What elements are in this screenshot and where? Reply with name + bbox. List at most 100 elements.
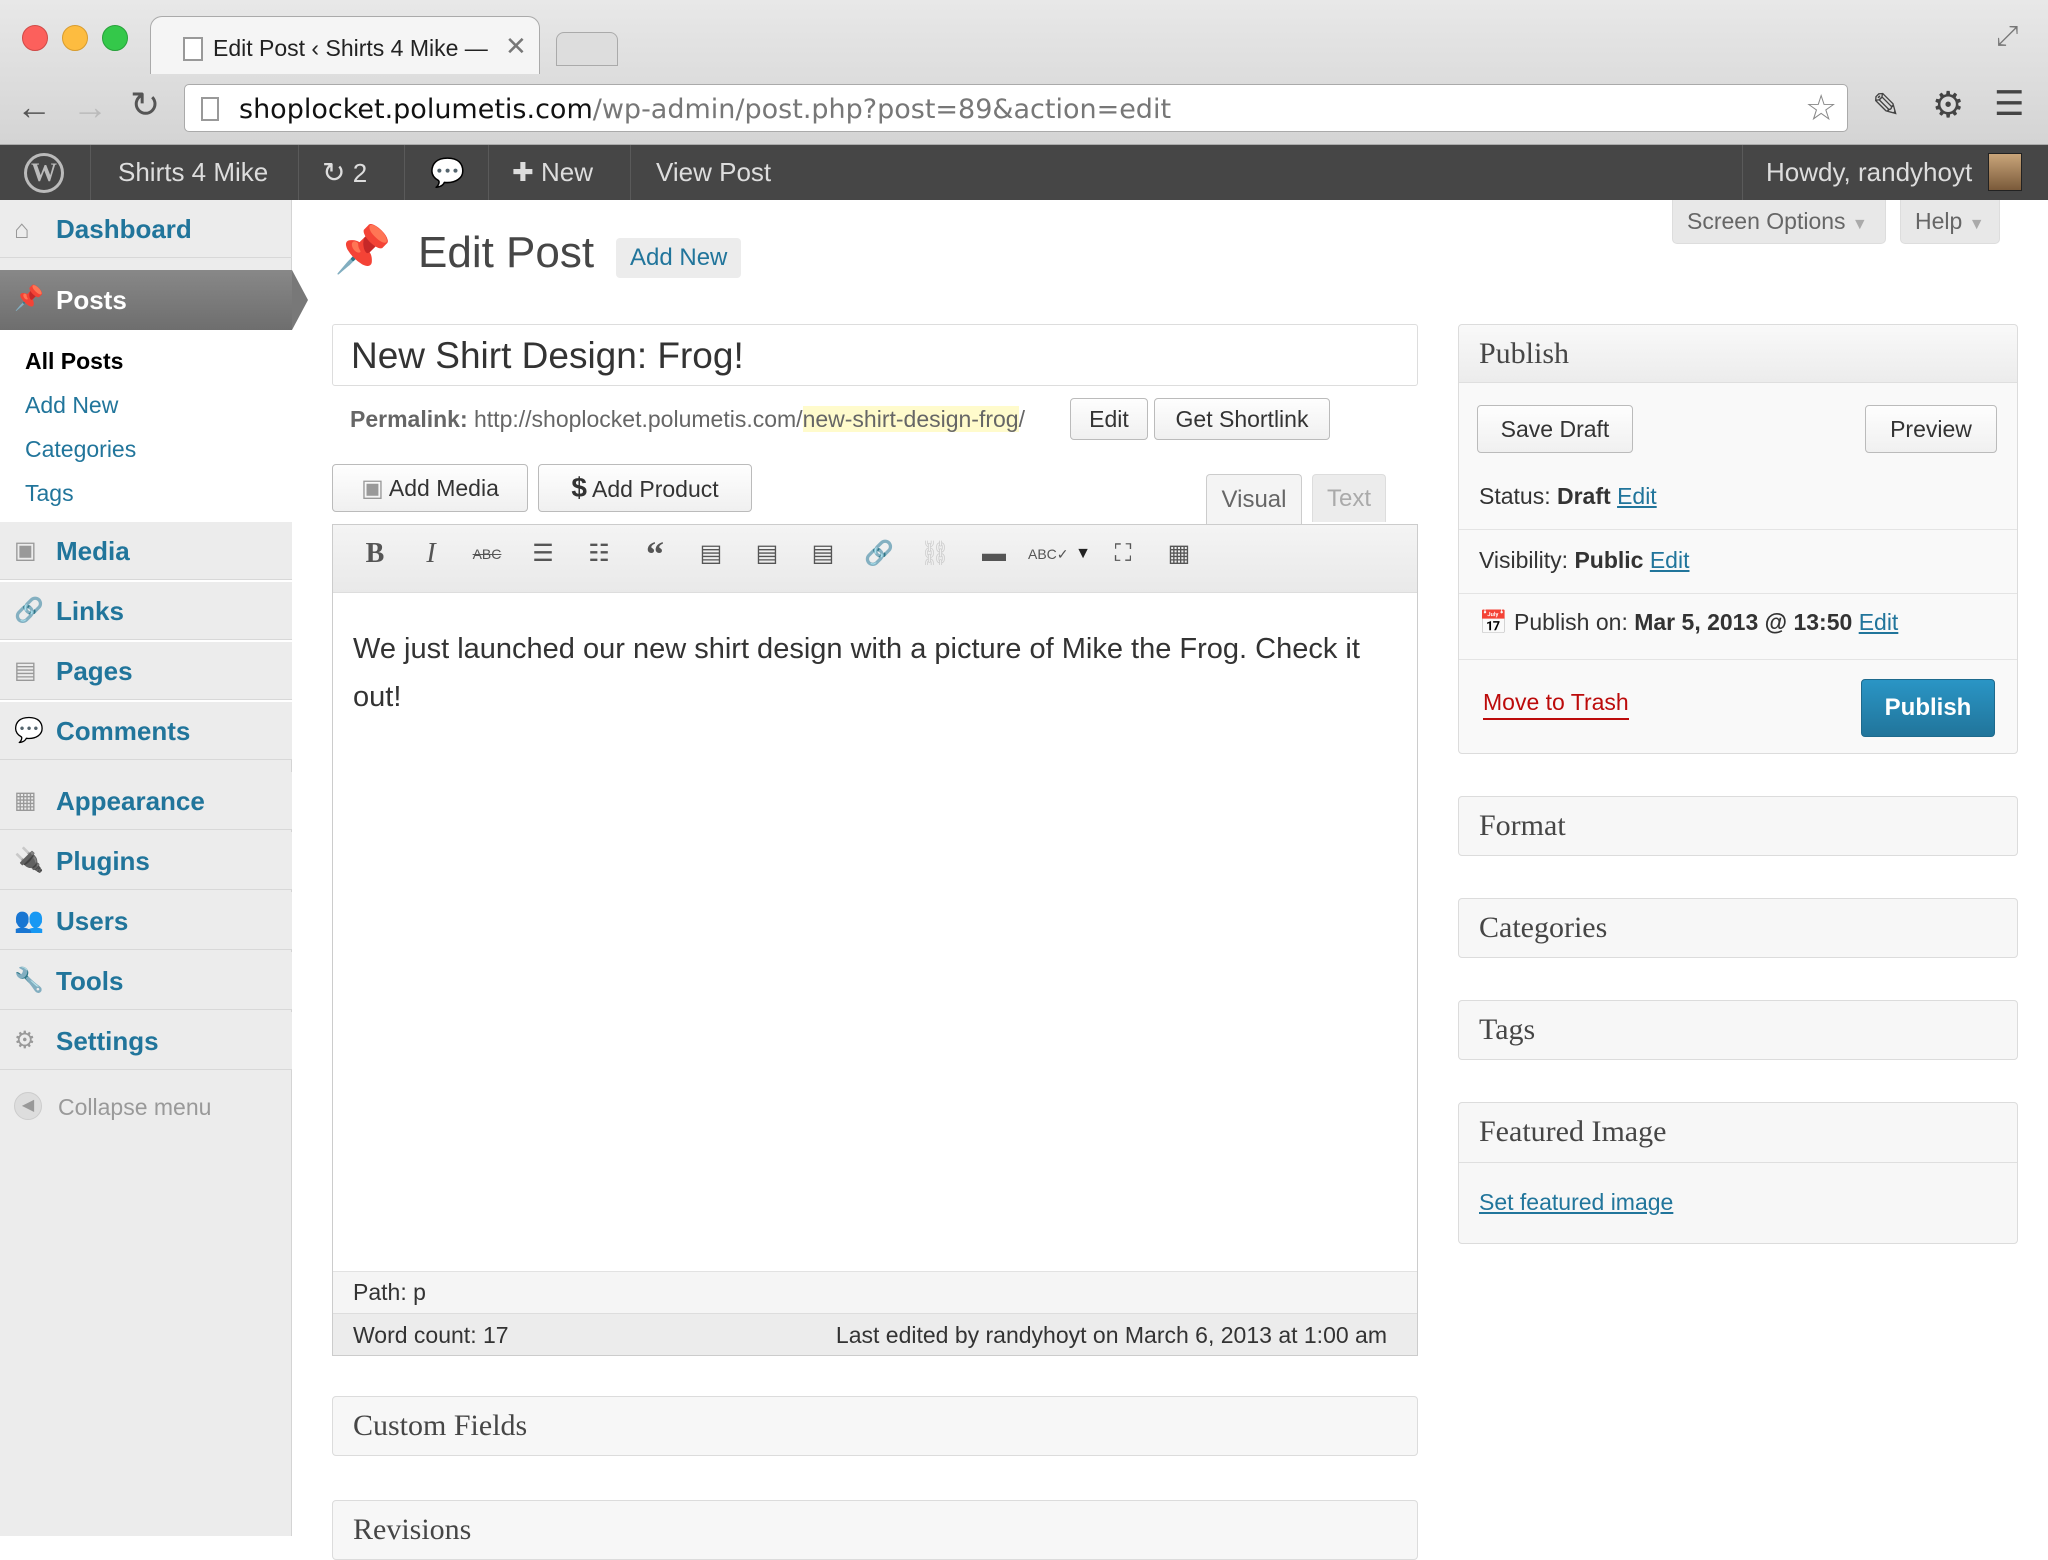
format-box[interactable]: Format (1458, 796, 2018, 856)
move-to-trash-link[interactable]: Move to Trash (1483, 689, 1629, 720)
format-heading: Format (1479, 809, 1566, 842)
view-post-link[interactable]: View Post (656, 145, 771, 200)
sidebar-item-media[interactable]: ▣ Media (0, 522, 292, 580)
forward-icon[interactable]: → (72, 86, 108, 128)
menu-icon[interactable]: ☰ (1994, 84, 2024, 124)
visibility-row: Visibility: Public Edit (1479, 547, 1690, 573)
wrench-icon[interactable]: ✎ (1872, 86, 1901, 126)
page-icon (183, 37, 203, 61)
sidebar-item-users[interactable]: 👥 Users (0, 892, 292, 950)
browser-tab[interactable]: Edit Post ‹ Shirts 4 Mike — ✕ (150, 16, 540, 74)
permalink-edit-button[interactable]: Edit (1070, 398, 1148, 440)
add-new-post-button[interactable]: Add New (616, 238, 742, 278)
comments-bubble-icon[interactable]: 💬 (430, 145, 465, 200)
submenu-all-posts[interactable]: All Posts (25, 348, 123, 375)
tab-text[interactable]: Text (1312, 474, 1386, 522)
preview-button[interactable]: Preview (1865, 405, 1997, 453)
screen-options-tab[interactable]: Screen Options ▼ (1672, 200, 1886, 244)
publish-button[interactable]: Publish (1861, 679, 1995, 737)
calendar-icon: 📅 (1479, 609, 1508, 635)
add-media-button[interactable]: ▣ Add Media (332, 464, 528, 512)
tags-heading: Tags (1479, 1013, 1536, 1046)
submenu-tags[interactable]: Tags (25, 480, 74, 507)
sidebar-item-dashboard[interactable]: ⌂ Dashboard (0, 200, 292, 258)
collapse-menu-button[interactable]: ◀ Collapse menu (0, 1080, 292, 1132)
get-shortlink-button[interactable]: Get Shortlink (1154, 398, 1330, 440)
url-text[interactable]: shoplocket.polumetis.com/wp-admin/post.p… (239, 94, 1171, 125)
align-left-icon[interactable]: ▤ (694, 537, 728, 571)
bullet-list-icon[interactable]: ☰ (526, 537, 560, 571)
publish-box: Publish Save Draft Preview Status: Draft… (1458, 324, 2018, 754)
word-count: Word count: 17 (353, 1322, 509, 1348)
blockquote-icon[interactable]: “ (638, 536, 672, 572)
publish-heading: Publish (1479, 337, 1570, 370)
add-product-button[interactable]: $ Add Product (538, 464, 752, 512)
editor-content[interactable]: We just launched our new shirt design wi… (353, 625, 1397, 721)
dropdown-arrow-icon[interactable]: ▼ (1066, 537, 1100, 571)
save-draft-button[interactable]: Save Draft (1477, 405, 1633, 453)
categories-box[interactable]: Categories (1458, 898, 2018, 958)
new-tab-button[interactable] (556, 32, 618, 66)
avatar[interactable] (1988, 153, 2022, 191)
submenu-categories[interactable]: Categories (25, 436, 136, 463)
align-right-icon[interactable]: ▤ (806, 537, 840, 571)
kitchen-sink-icon[interactable]: ▦ (1162, 537, 1196, 571)
howdy-user-link[interactable]: Howdy, randyhoyt (1766, 145, 1972, 200)
maximize-window-icon[interactable] (102, 25, 128, 51)
align-center-icon[interactable]: ▤ (750, 537, 784, 571)
bold-icon[interactable]: B (358, 537, 392, 571)
minimize-window-icon[interactable] (62, 25, 88, 51)
categories-heading: Categories (1479, 911, 1608, 944)
back-icon[interactable]: ← (16, 86, 52, 128)
sidebar-item-links[interactable]: 🔗 Links (0, 582, 292, 640)
fullscreen-icon[interactable]: ⛶ (1106, 537, 1140, 571)
custom-fields-box[interactable]: Custom Fields (332, 1396, 1418, 1456)
publish-date-edit-link[interactable]: Edit (1859, 609, 1899, 635)
post-title-input[interactable]: New Shirt Design: Frog! (332, 324, 1418, 386)
help-tab[interactable]: Help ▼ (1900, 200, 2000, 244)
sidebar-item-appearance[interactable]: ▦ Appearance (0, 772, 292, 830)
fullscreen-icon[interactable]: ⤢ (1996, 20, 2018, 53)
gear-icon[interactable]: ⚙ (1932, 84, 1964, 126)
new-content-link[interactable]: ✚ New (512, 145, 593, 200)
tab-visual[interactable]: Visual (1206, 474, 1302, 524)
custom-fields-heading: Custom Fields (353, 1409, 528, 1442)
appearance-icon: ▦ (14, 787, 37, 814)
comment-icon: 💬 (14, 717, 44, 744)
unlink-icon[interactable]: ⛓ (918, 537, 952, 571)
submenu-add-new[interactable]: Add New (25, 392, 118, 419)
sidebar-item-plugins[interactable]: 🔌 Plugins (0, 832, 292, 890)
strikethrough-icon[interactable]: ABC (470, 537, 504, 571)
close-window-icon[interactable] (22, 25, 48, 51)
sidebar-item-comments[interactable]: 💬 Comments (0, 702, 292, 760)
sidebar-item-posts[interactable]: 📌 Posts (0, 270, 308, 330)
bookmark-star-icon[interactable]: ☆ (1805, 87, 1837, 129)
tags-box[interactable]: Tags (1458, 1000, 2018, 1060)
visibility-edit-link[interactable]: Edit (1650, 547, 1690, 573)
plugin-icon: 🔌 (14, 847, 44, 874)
site-name-link[interactable]: Shirts 4 Mike (118, 145, 268, 200)
link-icon: 🔗 (14, 597, 44, 624)
insert-link-icon[interactable]: 🔗 (862, 537, 896, 571)
tools-icon: 🔧 (14, 967, 44, 994)
read-more-icon[interactable]: ▬ (974, 537, 1014, 571)
italic-icon[interactable]: I (414, 537, 448, 571)
numbered-list-icon[interactable]: ☷ (582, 537, 616, 571)
permalink-slug[interactable]: new-shirt-design-frog (802, 406, 1019, 432)
reload-icon[interactable]: ↻ (130, 84, 160, 126)
media-icon: ▣ (361, 475, 384, 502)
status-edit-link[interactable]: Edit (1617, 483, 1657, 509)
pushpin-icon: 📌 (14, 285, 44, 312)
sidebar-item-settings[interactable]: ⚙ Settings (0, 1012, 292, 1070)
set-featured-image-link[interactable]: Set featured image (1479, 1189, 1673, 1216)
settings-icon: ⚙ (14, 1027, 36, 1054)
sidebar-item-pages[interactable]: ▤ Pages (0, 642, 292, 700)
spellcheck-icon[interactable]: ABC✓ (1028, 537, 1069, 571)
admin-sidebar: ⌂ Dashboard 📌 Posts All Posts Add New Ca… (0, 200, 308, 1536)
updates-link[interactable]: ↻ 2 (322, 145, 367, 200)
wordpress-logo-icon[interactable]: W (24, 153, 64, 193)
close-tab-icon[interactable]: ✕ (505, 31, 527, 62)
revisions-box[interactable]: Revisions (332, 1500, 1418, 1560)
address-bar[interactable]: shoplocket.polumetis.com/wp-admin/post.p… (184, 84, 1848, 132)
sidebar-item-tools[interactable]: 🔧 Tools (0, 952, 292, 1010)
